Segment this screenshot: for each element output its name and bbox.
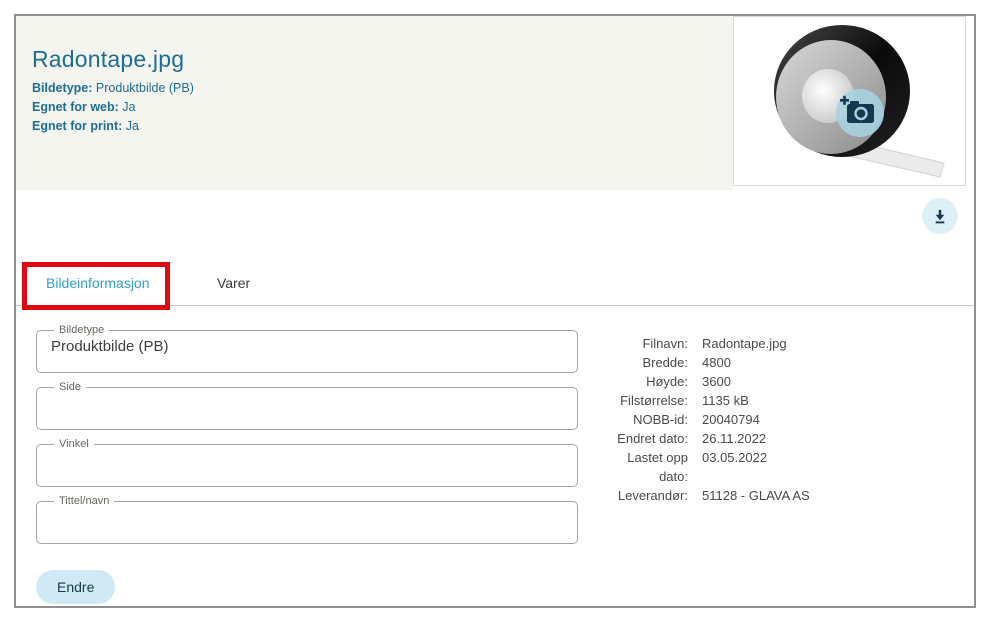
vinkel-field-value (47, 450, 567, 472)
detail-value: Radontape.jpg (702, 334, 954, 353)
tittel-navn-field-label: Tittel/navn (54, 495, 114, 507)
detail-value: 26.11.2022 (702, 429, 954, 448)
meta-line-web: Egnet for web: Ja (32, 98, 733, 117)
detail-label: Høyde: (600, 372, 688, 391)
detail-label: Leverandør: (600, 486, 688, 505)
image-summary-panel: Radontape.jpg Bildetype: Produktbilde (P… (16, 16, 733, 190)
add-photo-camera-icon (836, 89, 884, 137)
page-frame: Radontape.jpg Bildetype: Produktbilde (P… (14, 14, 976, 608)
download-button[interactable] (922, 198, 958, 234)
detail-label: Endret dato: (600, 429, 688, 448)
detail-label: Filnavn: (600, 334, 688, 353)
detail-label: Lastet opp dato: (600, 448, 688, 486)
meta-line-bildetype: Bildetype: Produktbilde (PB) (32, 79, 733, 98)
detail-value: 20040794 (702, 410, 954, 429)
side-field-value (47, 393, 567, 415)
meta-label: Egnet for web: (32, 100, 119, 114)
bildetype-field[interactable]: Bildetype Produktbilde (PB) (36, 324, 578, 373)
toolbar-row (16, 190, 974, 234)
meta-value: Produktbilde (PB) (96, 81, 194, 95)
image-details-panel: Filnavn: Radontape.jpg Bredde: 4800 Høyd… (578, 324, 954, 552)
detail-label: Bredde: (600, 353, 688, 372)
header-banner: Radontape.jpg Bildetype: Produktbilde (P… (16, 16, 974, 190)
action-bar: Endre (36, 570, 974, 604)
detail-value: 03.05.2022 (702, 448, 954, 486)
vinkel-field[interactable]: Vinkel (36, 438, 578, 487)
meta-label: Egnet for print: (32, 119, 122, 133)
meta-value: Ja (122, 100, 135, 114)
tab-bar: Bildeinformasjon Varer (16, 260, 974, 306)
bildetype-field-value: Produktbilde (PB) (47, 336, 567, 358)
detail-value: 51128 - GLAVA AS (702, 486, 954, 505)
meta-label: Bildetype: (32, 81, 92, 95)
product-thumbnail (733, 16, 966, 186)
page-title: Radontape.jpg (32, 46, 733, 73)
tittel-navn-field[interactable]: Tittel/navn (36, 495, 578, 544)
side-field-label: Side (54, 381, 86, 393)
download-icon (929, 205, 951, 227)
meta-value: Ja (126, 119, 139, 133)
tab-varer[interactable]: Varer (217, 275, 250, 291)
detail-value: 4800 (702, 353, 954, 372)
detail-value: 3600 (702, 372, 954, 391)
side-field[interactable]: Side (36, 381, 578, 430)
detail-value: 1135 kB (702, 391, 954, 410)
image-details-list: Filnavn: Radontape.jpg Bredde: 4800 Høyd… (600, 334, 954, 505)
bildetype-field-label: Bildetype (54, 324, 109, 336)
endre-button[interactable]: Endre (36, 570, 115, 604)
tab-bildeinformasjon[interactable]: Bildeinformasjon (46, 275, 150, 291)
image-info-form: Bildetype Produktbilde (PB) Side Vinkel … (36, 324, 578, 552)
detail-label: Filstørrelse: (600, 391, 688, 410)
tape-roll-image (734, 17, 965, 185)
meta-line-print: Egnet for print: Ja (32, 117, 733, 136)
tittel-navn-field-value (47, 507, 567, 529)
vinkel-field-label: Vinkel (54, 438, 94, 450)
tab-content: Bildetype Produktbilde (PB) Side Vinkel … (16, 306, 974, 552)
detail-label: NOBB-id: (600, 410, 688, 429)
